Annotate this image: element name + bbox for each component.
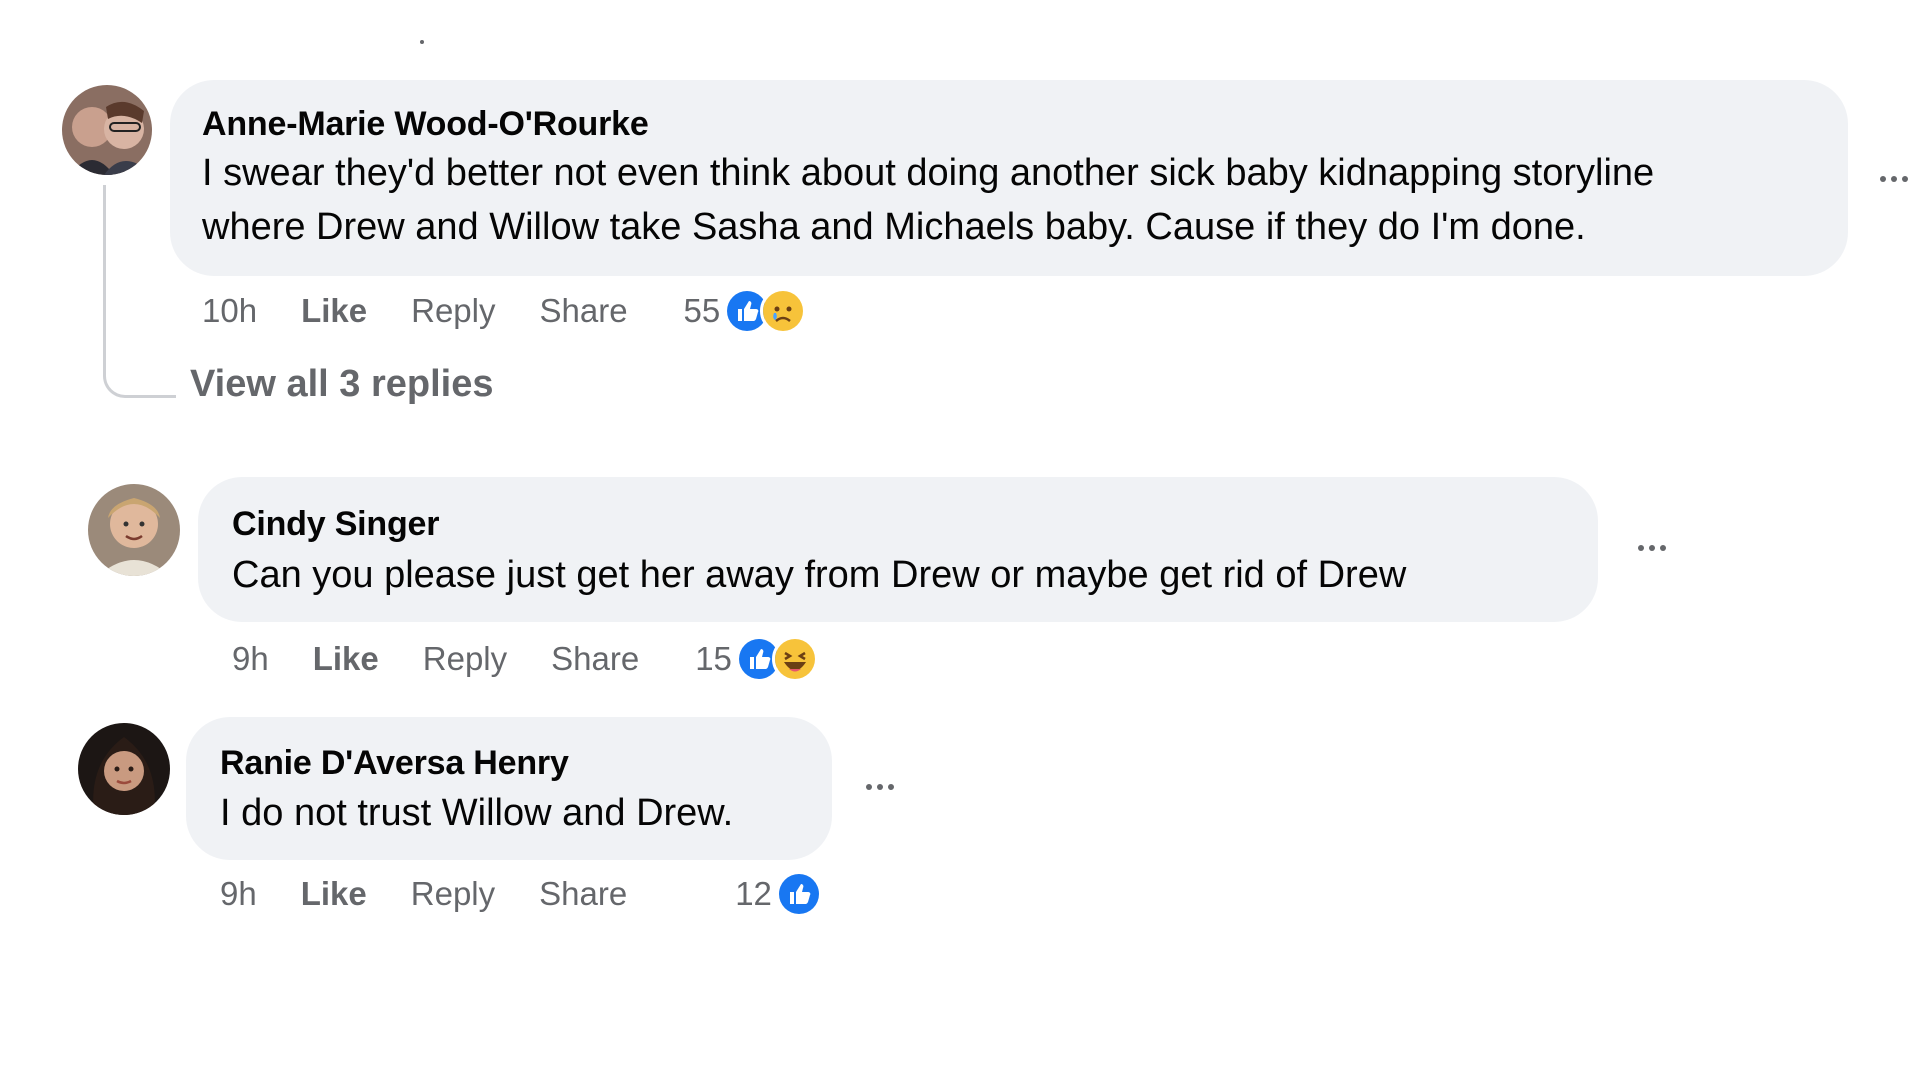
like-button[interactable]: Like	[301, 875, 367, 913]
reaction-count[interactable]: 55	[684, 292, 721, 330]
separator-dot	[420, 40, 424, 44]
haha-emoji-icon[interactable]	[771, 636, 818, 682]
view-replies-link[interactable]: View all 3 replies	[190, 363, 493, 406]
avatar-cindy-singer[interactable]	[88, 484, 180, 576]
reply-button[interactable]: Reply	[423, 640, 507, 678]
comment-author[interactable]: Cindy Singer	[232, 505, 439, 544]
avatar-anne-marie[interactable]	[62, 85, 152, 175]
like-button[interactable]: Like	[301, 292, 367, 330]
comment-text-line: where Drew and Willow take Sasha and Mic…	[202, 206, 1586, 248]
comment-actions: 9h Like Reply Share 12	[220, 871, 822, 917]
sad-emoji-icon[interactable]	[760, 288, 807, 334]
avatar-ranie[interactable]	[78, 723, 170, 815]
comment-timestamp[interactable]: 10h	[202, 292, 257, 330]
comment-actions: 9h Like Reply Share 15	[232, 636, 818, 682]
comment-actions: 10h Like Reply Share 55	[202, 288, 807, 334]
like-button[interactable]: Like	[313, 640, 379, 678]
comment-timestamp[interactable]: 9h	[220, 875, 257, 913]
comment-text-line: I do not trust Willow and Drew.	[220, 792, 734, 834]
reply-thread-line	[103, 185, 176, 398]
comment-author[interactable]: Anne-Marie Wood-O'Rourke	[202, 105, 649, 144]
reaction-count[interactable]: 15	[695, 640, 732, 678]
comment-author[interactable]: Ranie D'Aversa Henry	[220, 744, 569, 783]
share-button[interactable]: Share	[539, 292, 627, 330]
more-options-icon[interactable]	[1638, 545, 1666, 551]
reaction-count[interactable]: 12	[735, 875, 772, 913]
like-icon[interactable]	[775, 871, 822, 917]
share-button[interactable]: Share	[539, 875, 627, 913]
more-options-icon[interactable]	[866, 784, 894, 790]
share-button[interactable]: Share	[551, 640, 639, 678]
comment-text-line: I swear they'd better not even think abo…	[202, 152, 1655, 194]
more-options-icon[interactable]	[1880, 176, 1908, 182]
comments-section: Anne-Marie Wood-O'Rourke I swear they'd …	[0, 0, 1920, 1080]
reply-button[interactable]: Reply	[411, 292, 495, 330]
reply-button[interactable]: Reply	[411, 875, 495, 913]
comment-text-line: Can you please just get her away from Dr…	[232, 554, 1407, 596]
comment-timestamp[interactable]: 9h	[232, 640, 269, 678]
